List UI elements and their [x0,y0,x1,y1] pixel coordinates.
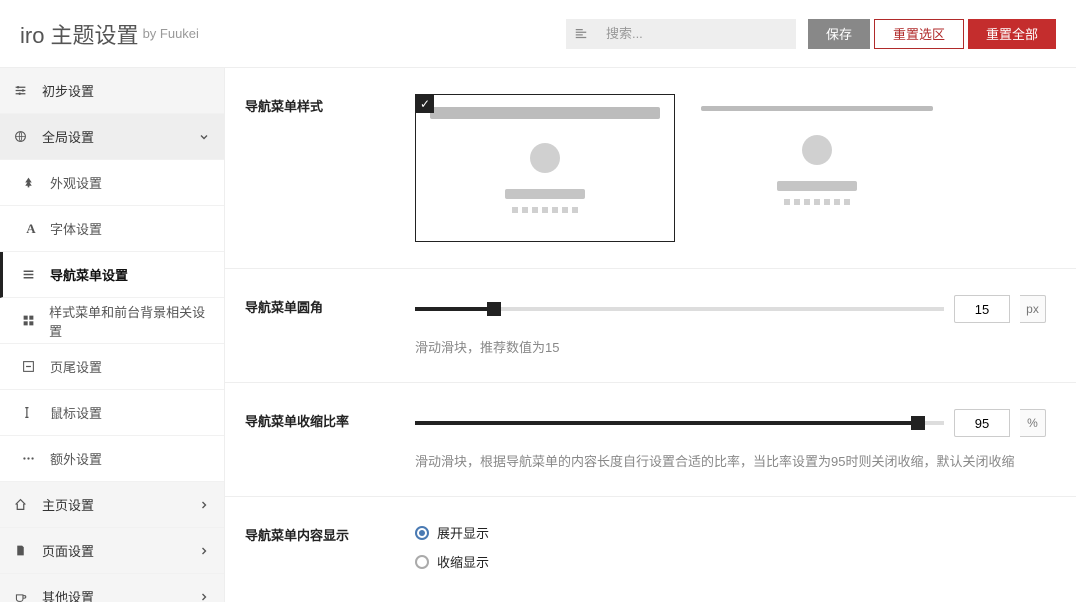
radio-icon [415,555,429,569]
sidebar-item-footer[interactable]: 页尾设置 [0,344,224,390]
unit-label: % [1020,409,1046,437]
coffee-icon [14,590,32,602]
header-bar: iro 主题设置 by Fuukei 保存 重置选区 重置全部 [0,0,1076,68]
field-nav-style: 导航菜单样式 ✓ [225,68,1076,269]
field-nav-shrink: 导航菜单收缩比率 % 滑动滑块，根据导航菜单的内容长度自行设置合适的比率，当比率… [225,383,1076,497]
font-icon: A [22,221,40,237]
file-icon [14,544,32,557]
reset-all-button[interactable]: 重置全部 [968,19,1056,49]
ellipsis-icon [22,452,40,465]
field-label: 导航菜单收缩比率 [245,409,415,470]
nav-style-option-1[interactable]: ✓ [415,94,675,242]
save-button[interactable]: 保存 [808,19,870,49]
sidebar-item-label: 全局设置 [42,127,94,146]
shrink-slider[interactable] [415,421,944,425]
sidebar-item-label: 初步设置 [42,81,94,100]
sidebar-item-page[interactable]: 页面设置 [0,528,224,574]
sidebar-item-style-bg[interactable]: 样式菜单和前台背景相关设置 [0,298,224,344]
app-subtitle: by Fuukei [143,26,199,41]
radius-slider[interactable] [415,307,944,311]
expand-all-button[interactable] [566,19,596,49]
cursor-icon [22,406,40,419]
tree-icon [22,176,40,189]
slider-thumb[interactable] [911,416,925,430]
sidebar-item-global[interactable]: 全局设置 [0,114,224,160]
sidebar-item-label: 鼠标设置 [50,403,102,422]
radio-label: 展开显示 [437,523,489,542]
globe-icon [14,130,32,143]
content-panel: 导航菜单样式 ✓ [225,68,1076,602]
shrink-input[interactable] [954,409,1010,437]
radio-shrink[interactable]: 收缩显示 [415,552,1046,571]
sidebar-item-label: 导航菜单设置 [50,265,128,284]
sidebar-item-label: 页尾设置 [50,357,102,376]
chevron-right-icon [198,591,210,602]
field-description: 滑动滑块，根据导航菜单的内容长度自行设置合适的比率，当比率设置为95时则关闭收缩… [415,451,1046,470]
unit-label: px [1020,295,1046,323]
sidebar-item-nav-menu[interactable]: 导航菜单设置 [0,252,224,298]
chevron-right-icon [198,499,210,511]
radio-expand[interactable]: 展开显示 [415,523,1046,542]
reset-section-button[interactable]: 重置选区 [874,19,964,49]
field-label: 导航菜单圆角 [245,295,415,356]
radius-input[interactable] [954,295,1010,323]
app-title: iro 主题设置 [20,18,139,50]
minus-box-icon [22,360,40,373]
menu-icon [22,268,40,281]
sidebar-item-label: 字体设置 [50,219,102,238]
radio-label: 收缩显示 [437,552,489,571]
sidebar-item-label: 主页设置 [42,495,94,514]
field-nav-radius: 导航菜单圆角 px 滑动滑块，推荐数值为15 [225,269,1076,383]
slider-thumb[interactable] [487,302,501,316]
sidebar-item-font[interactable]: A 字体设置 [0,206,224,252]
sidebar-item-preliminary[interactable]: 初步设置 [0,68,224,114]
sidebar-item-label: 额外设置 [50,449,102,468]
sidebar-item-extra[interactable]: 额外设置 [0,436,224,482]
sidebar-item-homepage[interactable]: 主页设置 [0,482,224,528]
home-icon [14,498,32,511]
radio-icon [415,526,429,540]
field-label: 导航菜单内容显示 [245,523,415,571]
check-icon: ✓ [416,95,434,113]
sidebar-item-label: 其他设置 [42,587,94,602]
sidebar-item-label: 页面设置 [42,541,94,560]
chevron-down-icon [198,131,210,143]
grid-icon [22,314,39,327]
sidebar-item-label: 外观设置 [50,173,102,192]
field-description: 滑动滑块，推荐数值为15 [415,337,1046,356]
nav-style-option-2[interactable] [687,94,947,242]
search-input[interactable] [596,19,796,49]
sliders-icon [14,84,32,97]
sidebar-item-cursor[interactable]: 鼠标设置 [0,390,224,436]
sidebar-item-other[interactable]: 其他设置 [0,574,224,602]
chevron-right-icon [198,545,210,557]
field-label: 导航菜单样式 [245,94,415,242]
field-nav-display: 导航菜单内容显示 展开显示 收缩显示 [225,497,1076,597]
sidebar-item-appearance[interactable]: 外观设置 [0,160,224,206]
sidebar-item-label: 样式菜单和前台背景相关设置 [49,302,210,340]
sidebar: 初步设置 全局设置 外观设置 A 字体设置 导航菜单设置 样式菜单和前台背景相关… [0,68,225,602]
